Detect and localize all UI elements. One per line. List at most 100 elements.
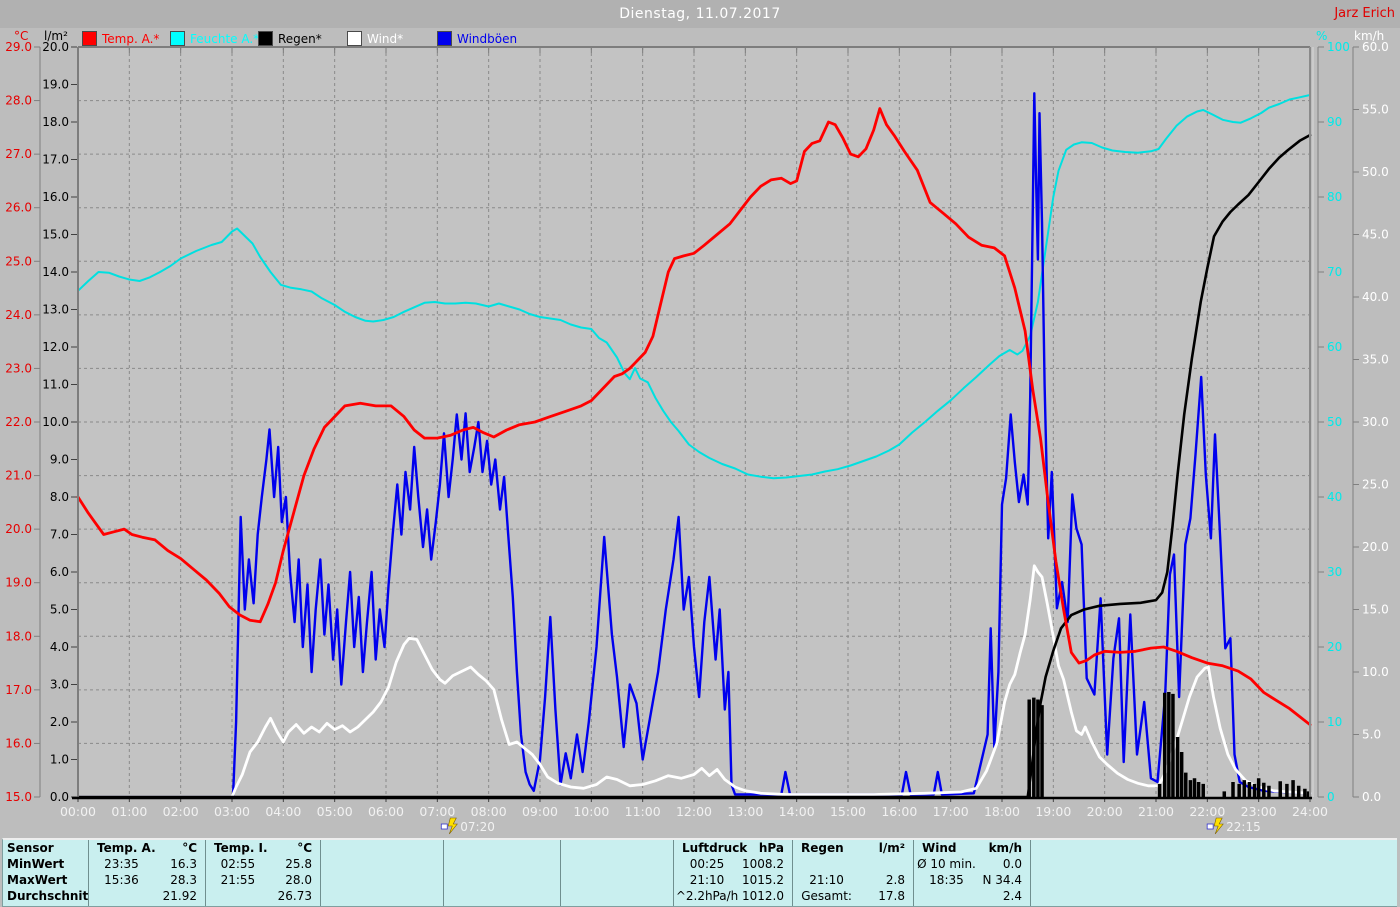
temp-tick-label: 22.0 <box>5 415 32 429</box>
wind-tick-label: 10.0 <box>1362 665 1389 679</box>
marker-base-icon <box>1207 824 1213 829</box>
rain-tick-label: 5.0 <box>50 603 69 617</box>
x-tick-label: 17:00 <box>933 804 969 819</box>
rain-tick-label: 15.0 <box>42 228 69 242</box>
temp-tick-label: 21.0 <box>5 469 32 483</box>
x-tick-label: 21:00 <box>1138 804 1174 819</box>
humidity-tick-label: 60 <box>1327 340 1342 354</box>
temp-tick-label: 26.0 <box>5 201 32 215</box>
rain-tick-label: 16.0 <box>42 190 69 204</box>
x-tick-label: 09:00 <box>522 804 558 819</box>
rain-bar <box>1184 773 1188 797</box>
weather-app-window: Dienstag, 11.07.2017 Jarz Erich °C l/m² … <box>0 0 1400 907</box>
wind-tick-label: 40.0 <box>1362 290 1389 304</box>
x-tick-label: 19:00 <box>1035 804 1071 819</box>
temp-tick-label: 18.0 <box>5 629 32 643</box>
rain-tick-label: 14.0 <box>42 265 69 279</box>
marker-base-icon <box>441 824 447 829</box>
x-tick-label: 10:00 <box>573 804 609 819</box>
rain-bar <box>1163 693 1167 797</box>
stats-group-temp-a: Temp. A.°C 23:3516.3 15:3628.3 21.92 <box>89 840 206 906</box>
x-tick-label: 05:00 <box>317 804 353 819</box>
humidity-tick-label: 100 <box>1327 40 1350 54</box>
x-tick-label: 08:00 <box>471 804 507 819</box>
temp-tick-label: 20.0 <box>5 522 32 536</box>
x-tick-label: 14:00 <box>779 804 815 819</box>
x-tick-label: 20:00 <box>1087 804 1123 819</box>
temp-tick-label: 24.0 <box>5 308 32 322</box>
rain-bar <box>1171 694 1175 797</box>
rain-bar <box>1223 791 1227 797</box>
wind-tick-label: 0.0 <box>1362 790 1381 804</box>
rain-tick-label: 18.0 <box>42 115 69 129</box>
humidity-tick-label: 40 <box>1327 490 1342 504</box>
rain-bar <box>1201 784 1205 797</box>
temp-tick-label: 29.0 <box>5 40 32 54</box>
x-tick-label: 04:00 <box>265 804 301 819</box>
temp-tick-label: 15.0 <box>5 790 32 804</box>
wind-tick-label: 20.0 <box>1362 540 1389 554</box>
rain-bar <box>1158 784 1162 797</box>
rain-bar <box>1040 705 1044 797</box>
rain-tick-label: 6.0 <box>50 565 69 579</box>
lightning-icon <box>448 818 457 834</box>
x-tick-label: 00:00 <box>60 804 96 819</box>
rain-bar <box>1278 781 1282 797</box>
x-tick-label: 02:00 <box>163 804 199 819</box>
wind-tick-label: 35.0 <box>1362 353 1389 367</box>
temp-tick-label: 27.0 <box>5 147 32 161</box>
rain-bar <box>1237 784 1241 797</box>
rain-bar <box>1303 789 1307 797</box>
rain-bar <box>1036 700 1040 798</box>
rain-bar <box>1297 786 1301 797</box>
stats-group-temp-i: Temp. I.°C 02:5525.8 21:5528.0 26.73 <box>206 840 321 906</box>
x-tick-label: 18:00 <box>984 804 1020 819</box>
rain-bar <box>1193 778 1197 797</box>
rain-bar <box>1267 786 1271 797</box>
rain-bar <box>1291 780 1295 797</box>
humidity-tick-label: 10 <box>1327 715 1342 729</box>
rain-bar <box>1257 778 1261 797</box>
x-tick-label: 01:00 <box>111 804 147 819</box>
temp-tick-label: 25.0 <box>5 254 32 268</box>
x-tick-label: 07:00 <box>419 804 455 819</box>
x-tick-label: 12:00 <box>676 804 712 819</box>
rain-tick-label: 9.0 <box>50 453 69 467</box>
rain-bar <box>1167 692 1171 797</box>
temp-tick-label: 16.0 <box>5 736 32 750</box>
x-tick-label: 06:00 <box>368 804 404 819</box>
rain-tick-label: 12.0 <box>42 340 69 354</box>
rain-tick-label: 17.0 <box>42 153 69 167</box>
x-tick-label: 16:00 <box>881 804 917 819</box>
rain-bar <box>1253 784 1257 797</box>
x-tick-label: 03:00 <box>214 804 250 819</box>
rain-bar <box>1231 782 1235 797</box>
weather-chart: 29.0 28.0 27.0 26.0 25.0 24.0 23.0 22.0 21.0 20.0… <box>0 0 1400 838</box>
x-tick-label: 23:00 <box>1241 804 1277 819</box>
rain-bar <box>1176 737 1180 797</box>
marker-time-label: 07:20 <box>460 820 495 834</box>
stats-table: Sensor MinWert MaxWert Durchschnitt Temp… <box>2 838 1397 907</box>
x-tick-label: 13:00 <box>727 804 763 819</box>
rain-tick-label: 19.0 <box>42 78 69 92</box>
rain-bar <box>1248 782 1252 797</box>
stats-group-empty-3 <box>561 840 674 906</box>
lightning-icon <box>1214 818 1223 834</box>
stats-group-regen: Regenl/m² 21:102.8 Gesamt:17.8 <box>793 840 914 906</box>
temp-tick-label: 28.0 <box>5 94 32 108</box>
humidity-tick-label: 0 <box>1327 790 1335 804</box>
rain-tick-label: 2.0 <box>50 715 69 729</box>
rain-bar <box>1197 782 1201 797</box>
humidity-tick-label: 80 <box>1327 190 1342 204</box>
temp-tick-label: 23.0 <box>5 361 32 375</box>
rain-bar <box>1262 783 1266 797</box>
wind-tick-label: 55.0 <box>1362 103 1389 117</box>
rain-bar <box>1285 784 1289 797</box>
rain-tick-label: 11.0 <box>42 378 69 392</box>
rain-bar <box>1180 752 1184 797</box>
humidity-tick-label: 70 <box>1327 265 1342 279</box>
humidity-tick-label: 30 <box>1327 565 1342 579</box>
humidity-tick-label: 20 <box>1327 640 1342 654</box>
wind-tick-label: 50.0 <box>1362 165 1389 179</box>
rain-bar <box>1243 780 1247 797</box>
